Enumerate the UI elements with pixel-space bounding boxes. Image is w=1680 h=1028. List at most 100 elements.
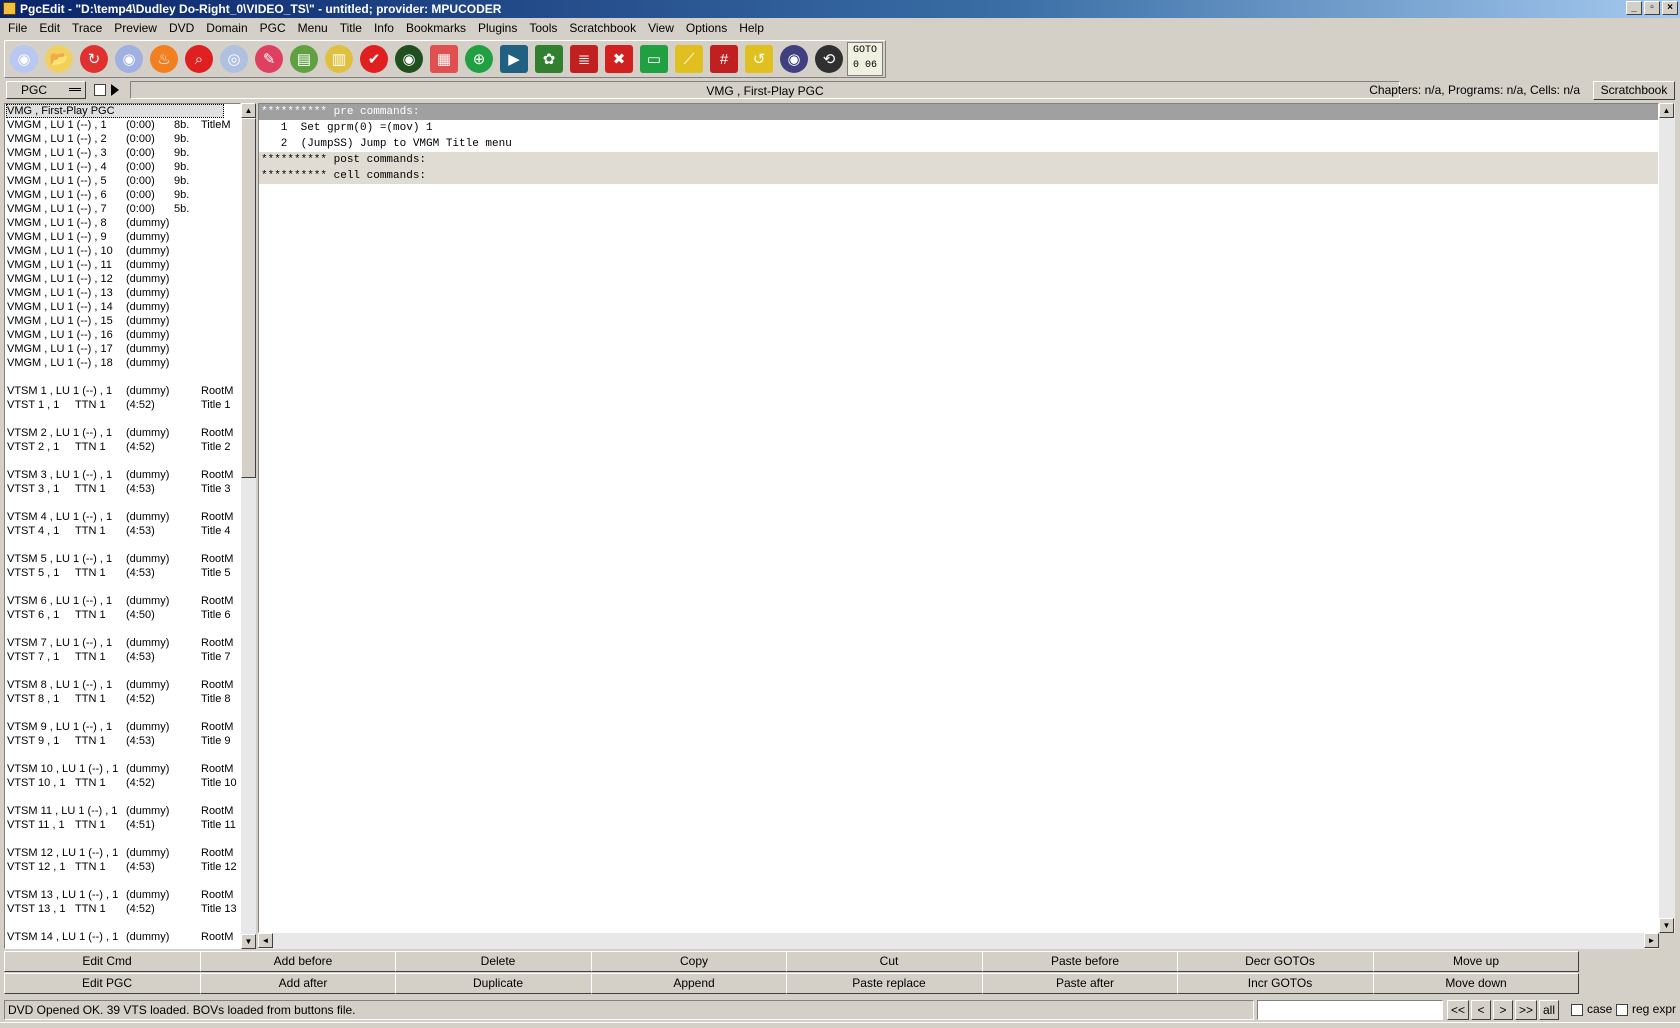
menu-edit[interactable]: Edit xyxy=(33,21,66,35)
command-line[interactable]: ********** cell commands: xyxy=(259,168,1658,184)
film-button[interactable]: ✿ xyxy=(532,42,566,76)
menu-scratchbook[interactable]: Scratchbook xyxy=(563,21,642,35)
pgc-list-item[interactable]: VMGM , LU 1 (--) , 3 (0:00) 9b. xyxy=(6,146,224,160)
pgc-list[interactable]: VMG , First-Play PGC VMGM , LU 1 (--) , 1… xyxy=(4,103,241,949)
pgc-list-item[interactable]: VMGM , LU 1 (--) , 4 (0:00) 9b. xyxy=(6,160,224,174)
menu-view[interactable]: View xyxy=(642,21,680,35)
paste-replace-button[interactable]: Paste replace xyxy=(786,973,992,994)
pgc-list-item[interactable]: VMGM , LU 1 (--) , 2 (0:00) 9b. xyxy=(6,132,224,146)
command-editor[interactable]: ********** pre commands: 1 Set gprm(0) =… xyxy=(258,103,1659,933)
menu-bookmarks[interactable]: Bookmarks xyxy=(400,21,472,35)
menu-help[interactable]: Help xyxy=(733,21,770,35)
pgc-list-item[interactable]: VTSM 3 , LU 1 (--) , 1 (dummy) RootM xyxy=(6,468,233,482)
export-button[interactable]: ▥ xyxy=(322,42,356,76)
menu-title[interactable]: Title xyxy=(334,21,368,35)
scratchbook-button[interactable]: Scratchbook xyxy=(1593,81,1675,100)
pgc-list-item[interactable]: VTST 5 , 1 TTN 1 (4:53) Title 5 xyxy=(6,566,231,580)
eye-button[interactable]: ◉ xyxy=(777,42,811,76)
pgc-list-item[interactable] xyxy=(6,580,224,594)
scroll-right-icon[interactable]: ► xyxy=(1644,933,1659,948)
search-input[interactable] xyxy=(1257,1000,1443,1020)
pgc-list-item[interactable] xyxy=(6,454,224,468)
scroll-up-icon[interactable]: ▲ xyxy=(1659,103,1674,118)
menu-options[interactable]: Options xyxy=(680,21,733,35)
add-before-button[interactable]: Add before xyxy=(200,951,406,972)
pgc-list-item[interactable]: VTSM 11 , LU 1 (--) , 1 (dummy) RootM xyxy=(6,804,233,818)
disc-edit-button[interactable]: ✎ xyxy=(252,42,286,76)
check-button[interactable]: ✔ xyxy=(357,42,391,76)
pgc-list-item[interactable]: VTSM 8 , LU 1 (--) , 1 (dummy) RootM xyxy=(6,678,233,692)
close-button[interactable]: × xyxy=(1662,1,1678,15)
pgc-list-item[interactable]: VTST 4 , 1 TTN 1 (4:53) Title 4 xyxy=(6,524,231,538)
pgc-list-item[interactable]: VTST 9 , 1 TTN 1 (4:53) Title 9 xyxy=(6,734,231,748)
globe-button[interactable]: ⊕ xyxy=(462,42,496,76)
pgc-list-item[interactable]: VTSM 4 , LU 1 (--) , 1 (dummy) RootM xyxy=(6,510,233,524)
pgc-list-item[interactable]: VMGM , LU 1 (--) , 5 (0:00) 9b. xyxy=(6,174,224,188)
decr-gotos-button[interactable]: Decr GOTOs xyxy=(1177,951,1383,972)
menu-plugins[interactable]: Plugins xyxy=(472,21,523,35)
pgc-list-item[interactable]: VMGM , LU 1 (--) , 13 (dummy) xyxy=(6,286,224,300)
pgc-list-item[interactable]: VMGM , LU 1 (--) , 6 (0:00) 9b. xyxy=(6,188,224,202)
pgc-list-item[interactable]: VTST 12 , 1 TTN 1 (4:53) Title 12 xyxy=(6,860,237,874)
pgc-list-item[interactable]: VTST 2 , 1 TTN 1 (4:52) Title 2 xyxy=(6,440,231,454)
pgc-list-item[interactable] xyxy=(6,832,224,846)
command-vscrollbar[interactable]: ▲ ▼ xyxy=(1659,103,1675,933)
menu-button[interactable]: ▭ xyxy=(637,42,671,76)
minimize-button[interactable]: _ xyxy=(1626,1,1642,15)
scroll-down-icon[interactable]: ▼ xyxy=(241,934,256,949)
pgc-list-item[interactable]: VMGM , LU 1 (--) , 11 (dummy) xyxy=(6,258,224,272)
command-line[interactable]: ********** post commands: xyxy=(259,152,1658,168)
pgc-list-item[interactable]: VMGM , LU 1 (--) , 8 (dummy) xyxy=(6,216,224,230)
pgc-list-item[interactable]: VMGM , LU 1 (--) , 15 (dummy) xyxy=(6,314,224,328)
menu-tools[interactable]: Tools xyxy=(523,21,563,35)
new-dvd-button[interactable]: ◉ xyxy=(112,42,146,76)
disc-info-button[interactable]: ◉ xyxy=(392,42,426,76)
pgc-list-item[interactable] xyxy=(6,874,224,888)
scroll-up-icon[interactable]: ▲ xyxy=(241,103,256,118)
pgc-list-item[interactable]: VMGM , LU 1 (--) , 7 (0:00) 5b. xyxy=(6,202,224,216)
pgc-list-item[interactable] xyxy=(6,664,224,678)
pgc-list-item[interactable]: VMGM , LU 1 (--) , 10 (dummy) xyxy=(6,244,224,258)
pgc-list-item[interactable]: VTSM 13 , LU 1 (--) , 1 (dummy) RootM xyxy=(6,888,233,902)
pgc-list-item[interactable]: VMGM , LU 1 (--) , 14 (dummy) xyxy=(6,300,224,314)
pgc-list-item[interactable]: VTST 1 , 1 TTN 1 (4:52) Title 1 xyxy=(6,398,231,412)
pgc-list-item[interactable] xyxy=(6,748,224,762)
cut-button[interactable]: Cut xyxy=(786,951,992,972)
pgc-list-item[interactable]: VTST 13 , 1 TTN 1 (4:52) Title 13 xyxy=(6,902,237,916)
pgc-list-item[interactable] xyxy=(6,538,224,552)
menu-file[interactable]: File xyxy=(2,21,33,35)
pgc-list-item[interactable]: VTSM 9 , LU 1 (--) , 1 (dummy) RootM xyxy=(6,720,233,734)
tcl-button[interactable]: ↺ xyxy=(742,42,776,76)
incr-gotos-button[interactable]: Incr GOTOs xyxy=(1177,973,1383,994)
pgc-list-item[interactable]: VTST 7 , 1 TTN 1 (4:53) Title 7 xyxy=(6,650,231,664)
menu-pgc[interactable]: PGC xyxy=(254,21,292,35)
case-checkbox[interactable] xyxy=(1571,1004,1583,1016)
pgc-list-item[interactable]: VMGM , LU 1 (--) , 17 (dummy) xyxy=(6,342,224,356)
pgc-list-item[interactable]: VTST 8 , 1 TTN 1 (4:52) Title 8 xyxy=(6,692,231,706)
play-icon[interactable] xyxy=(111,84,119,96)
last-match-button[interactable]: >> xyxy=(1515,1000,1537,1020)
pgc-list-item[interactable] xyxy=(6,496,224,510)
menu-trace[interactable]: Trace xyxy=(66,21,108,35)
all-matches-button[interactable]: all xyxy=(1539,1000,1559,1020)
pgc-list-item[interactable]: VTSM 2 , LU 1 (--) , 1 (dummy) RootM xyxy=(6,426,233,440)
numbers-search-button[interactable]: # xyxy=(707,42,741,76)
goto-counter[interactable]: GOTO 0 06 xyxy=(847,42,883,76)
menu-dvd[interactable]: DVD xyxy=(163,21,200,35)
open-folder-button[interactable]: 📂 xyxy=(42,42,76,76)
pgc-list-item[interactable]: VTST 11 , 1 TTN 1 (4:51) Title 11 xyxy=(6,818,236,832)
pgc-list-item[interactable]: VTST 6 , 1 TTN 1 (4:50) Title 6 xyxy=(6,608,231,622)
regexp-checkbox[interactable] xyxy=(1616,1004,1628,1016)
pgc-list-item[interactable]: VTSM 7 , LU 1 (--) , 1 (dummy) RootM xyxy=(6,636,233,650)
append-button[interactable]: Append xyxy=(591,973,797,994)
first-match-button[interactable]: << xyxy=(1447,1000,1469,1020)
pgc-list-item[interactable]: VTST 3 , 1 TTN 1 (4:53) Title 3 xyxy=(6,482,231,496)
save-button[interactable]: ▤ xyxy=(287,42,321,76)
pgc-list-item[interactable]: VTSM 14 , LU 1 (--) , 1 (dummy) RootM xyxy=(6,930,233,944)
copy-button[interactable]: ▦ xyxy=(427,42,461,76)
add-after-button[interactable]: Add after xyxy=(200,973,406,994)
duplicate-button[interactable]: Duplicate xyxy=(395,973,601,994)
pgc-list-item[interactable] xyxy=(6,370,224,384)
pgc-list-item[interactable] xyxy=(6,706,224,720)
next-match-button[interactable]: > xyxy=(1493,1000,1513,1020)
